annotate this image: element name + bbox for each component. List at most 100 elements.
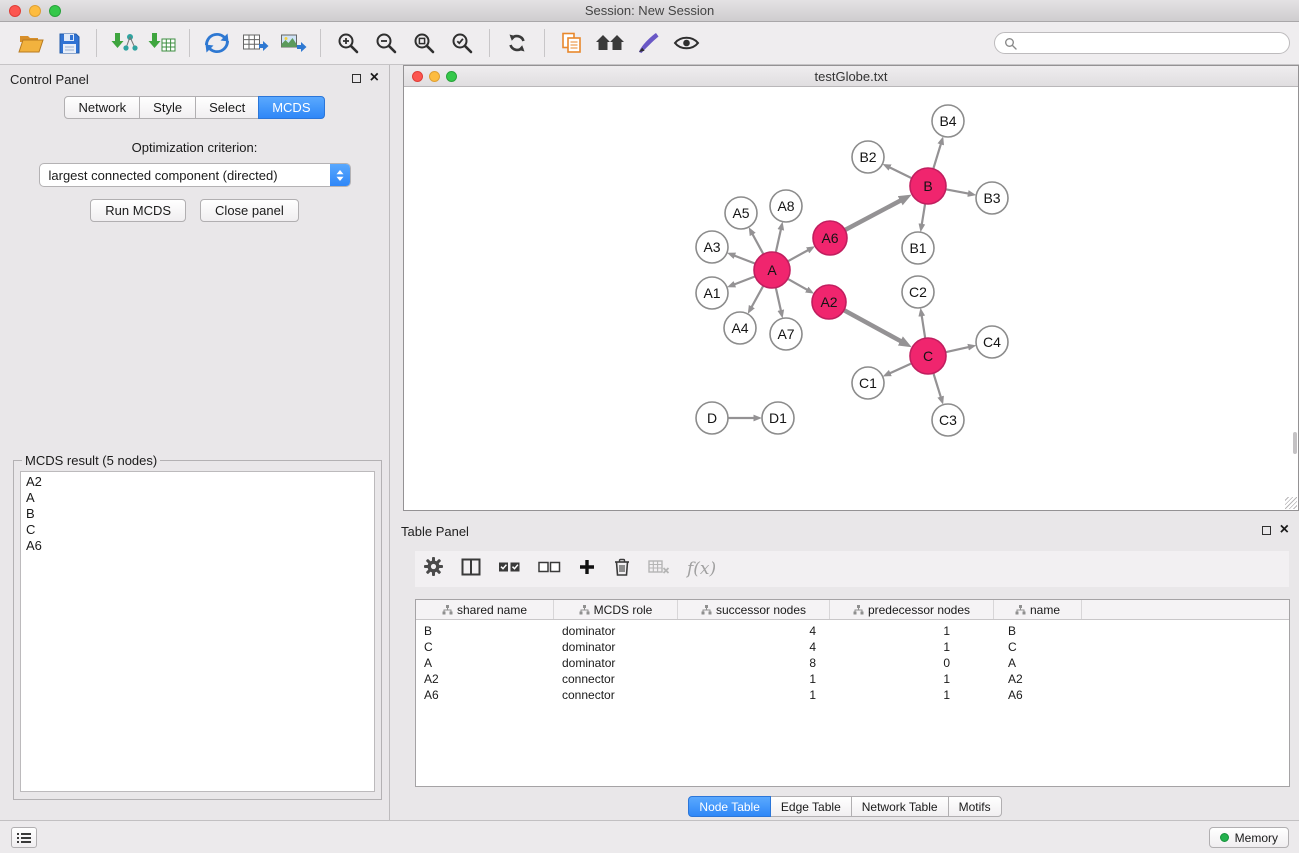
minimize-network-window-button[interactable] [429, 71, 440, 82]
add-row-button[interactable] [578, 558, 596, 581]
mcds-result-item[interactable]: C [24, 522, 371, 538]
node-C3[interactable] [932, 404, 964, 436]
select-all-button[interactable] [498, 558, 521, 581]
run-mcds-button[interactable]: Run MCDS [90, 199, 186, 222]
show-hide-graphics-button[interactable] [667, 25, 705, 61]
show-columns-button[interactable] [461, 557, 481, 582]
edge-A-A8[interactable] [776, 229, 781, 252]
memory-button[interactable]: Memory [1209, 827, 1289, 848]
node-table[interactable]: shared nameMCDS rolesuccessor nodesprede… [415, 599, 1290, 787]
edge-A-A4[interactable] [752, 286, 764, 307]
node-A2[interactable] [812, 285, 846, 319]
new-network-button[interactable] [198, 25, 236, 61]
unselect-all-button[interactable] [538, 558, 561, 581]
tab-node-table[interactable]: Node Table [688, 796, 771, 817]
show-panels-button[interactable] [11, 827, 37, 848]
column-header-name[interactable]: name [994, 600, 1082, 619]
edge-A-A1[interactable] [734, 276, 755, 284]
function-builder-button[interactable]: f(x) [687, 559, 716, 579]
mcds-result-item[interactable]: A2 [24, 474, 371, 490]
column-header-predecessor-nodes[interactable]: predecessor nodes [830, 600, 994, 619]
edge-A-A3[interactable] [734, 256, 755, 264]
node-A1[interactable] [696, 277, 728, 309]
delete-table-button[interactable] [648, 558, 670, 581]
open-session-button[interactable] [12, 25, 50, 61]
node-A8[interactable] [770, 190, 802, 222]
vertical-scrollbar-thumb[interactable] [1293, 432, 1297, 454]
edge-B-B4[interactable] [933, 144, 941, 169]
tab-mcds[interactable]: MCDS [258, 96, 324, 119]
node-C[interactable] [910, 338, 946, 374]
import-table-button[interactable] [143, 25, 181, 61]
node-B3[interactable] [976, 182, 1008, 214]
table-row[interactable]: A6connector11A6 [416, 687, 1289, 703]
zoom-out-button[interactable] [367, 25, 405, 61]
node-B4[interactable] [932, 105, 964, 137]
open-recent-button[interactable] [553, 25, 591, 61]
node-C2[interactable] [902, 276, 934, 308]
edge-A2-C[interactable] [844, 310, 901, 341]
edge-C-C4[interactable] [946, 347, 969, 352]
refresh-network-button[interactable] [498, 25, 536, 61]
tab-select[interactable]: Select [195, 96, 259, 119]
edge-A-A2[interactable] [788, 279, 808, 290]
node-C1[interactable] [852, 367, 884, 399]
node-B[interactable] [910, 168, 946, 204]
column-header-shared-name[interactable]: shared name [416, 600, 554, 619]
table-row[interactable]: Bdominator41B [416, 623, 1289, 639]
optimization-criterion-select[interactable]: largest connected component (directed) [39, 163, 351, 187]
edge-B-B1[interactable] [922, 204, 925, 225]
mcds-result-item[interactable]: A6 [24, 538, 371, 554]
node-D[interactable] [696, 402, 728, 434]
save-session-button[interactable] [50, 25, 88, 61]
node-A7[interactable] [770, 318, 802, 350]
table-row[interactable]: Cdominator41C [416, 639, 1289, 655]
apply-style-button[interactable] [629, 25, 667, 61]
tab-network-table[interactable]: Network Table [851, 796, 949, 817]
zoom-window-button[interactable] [49, 5, 61, 17]
tab-style[interactable]: Style [139, 96, 196, 119]
close-panel-button[interactable]: Close panel [200, 199, 299, 222]
node-A[interactable] [754, 252, 790, 288]
zoom-fit-button[interactable] [405, 25, 443, 61]
node-D1[interactable] [762, 402, 794, 434]
zoom-selected-button[interactable] [443, 25, 481, 61]
close-window-button[interactable] [9, 5, 21, 17]
close-table-panel-icon[interactable]: × [1280, 524, 1289, 536]
mcds-result-item[interactable]: A [24, 490, 371, 506]
node-A4[interactable] [724, 312, 756, 344]
node-A5[interactable] [725, 197, 757, 229]
zoom-in-button[interactable] [329, 25, 367, 61]
close-panel-icon[interactable]: × [370, 72, 379, 84]
home-button[interactable] [591, 25, 629, 61]
window-resize-grip[interactable] [1285, 497, 1297, 509]
import-network-button[interactable] [105, 25, 143, 61]
new-table-button[interactable] [236, 25, 274, 61]
edge-A-A7[interactable] [776, 288, 781, 311]
edge-C-C3[interactable] [933, 373, 940, 397]
tab-network[interactable]: Network [64, 96, 140, 119]
mcds-result-item[interactable]: B [24, 506, 371, 522]
node-B2[interactable] [852, 141, 884, 173]
node-B1[interactable] [902, 232, 934, 264]
delete-row-button[interactable] [613, 557, 631, 582]
tab-edge-table[interactable]: Edge Table [770, 796, 852, 817]
minimize-window-button[interactable] [29, 5, 41, 17]
zoom-network-window-button[interactable] [446, 71, 457, 82]
search-input[interactable] [1022, 36, 1280, 50]
column-header-mcds-role[interactable]: MCDS role [554, 600, 678, 619]
edge-A-A6[interactable] [788, 250, 808, 261]
close-network-window-button[interactable] [412, 71, 423, 82]
tab-motifs[interactable]: Motifs [948, 796, 1002, 817]
table-row[interactable]: Adominator80A [416, 655, 1289, 671]
table-row[interactable]: A2connector11A2 [416, 671, 1289, 687]
edge-B-B3[interactable] [946, 189, 969, 193]
column-header-successor-nodes[interactable]: successor nodes [678, 600, 830, 619]
edge-A-A5[interactable] [753, 234, 764, 254]
float-table-panel-icon[interactable] [1262, 526, 1271, 535]
edge-B-B2[interactable] [890, 167, 912, 178]
search-field[interactable] [994, 32, 1290, 54]
node-A6[interactable] [813, 221, 847, 255]
network-canvas[interactable]: B4B2BB3A5A8A6B1A3AC2A1A2A4A7C4CC1C3DD1 [404, 87, 1298, 510]
export-image-button[interactable] [274, 25, 312, 61]
